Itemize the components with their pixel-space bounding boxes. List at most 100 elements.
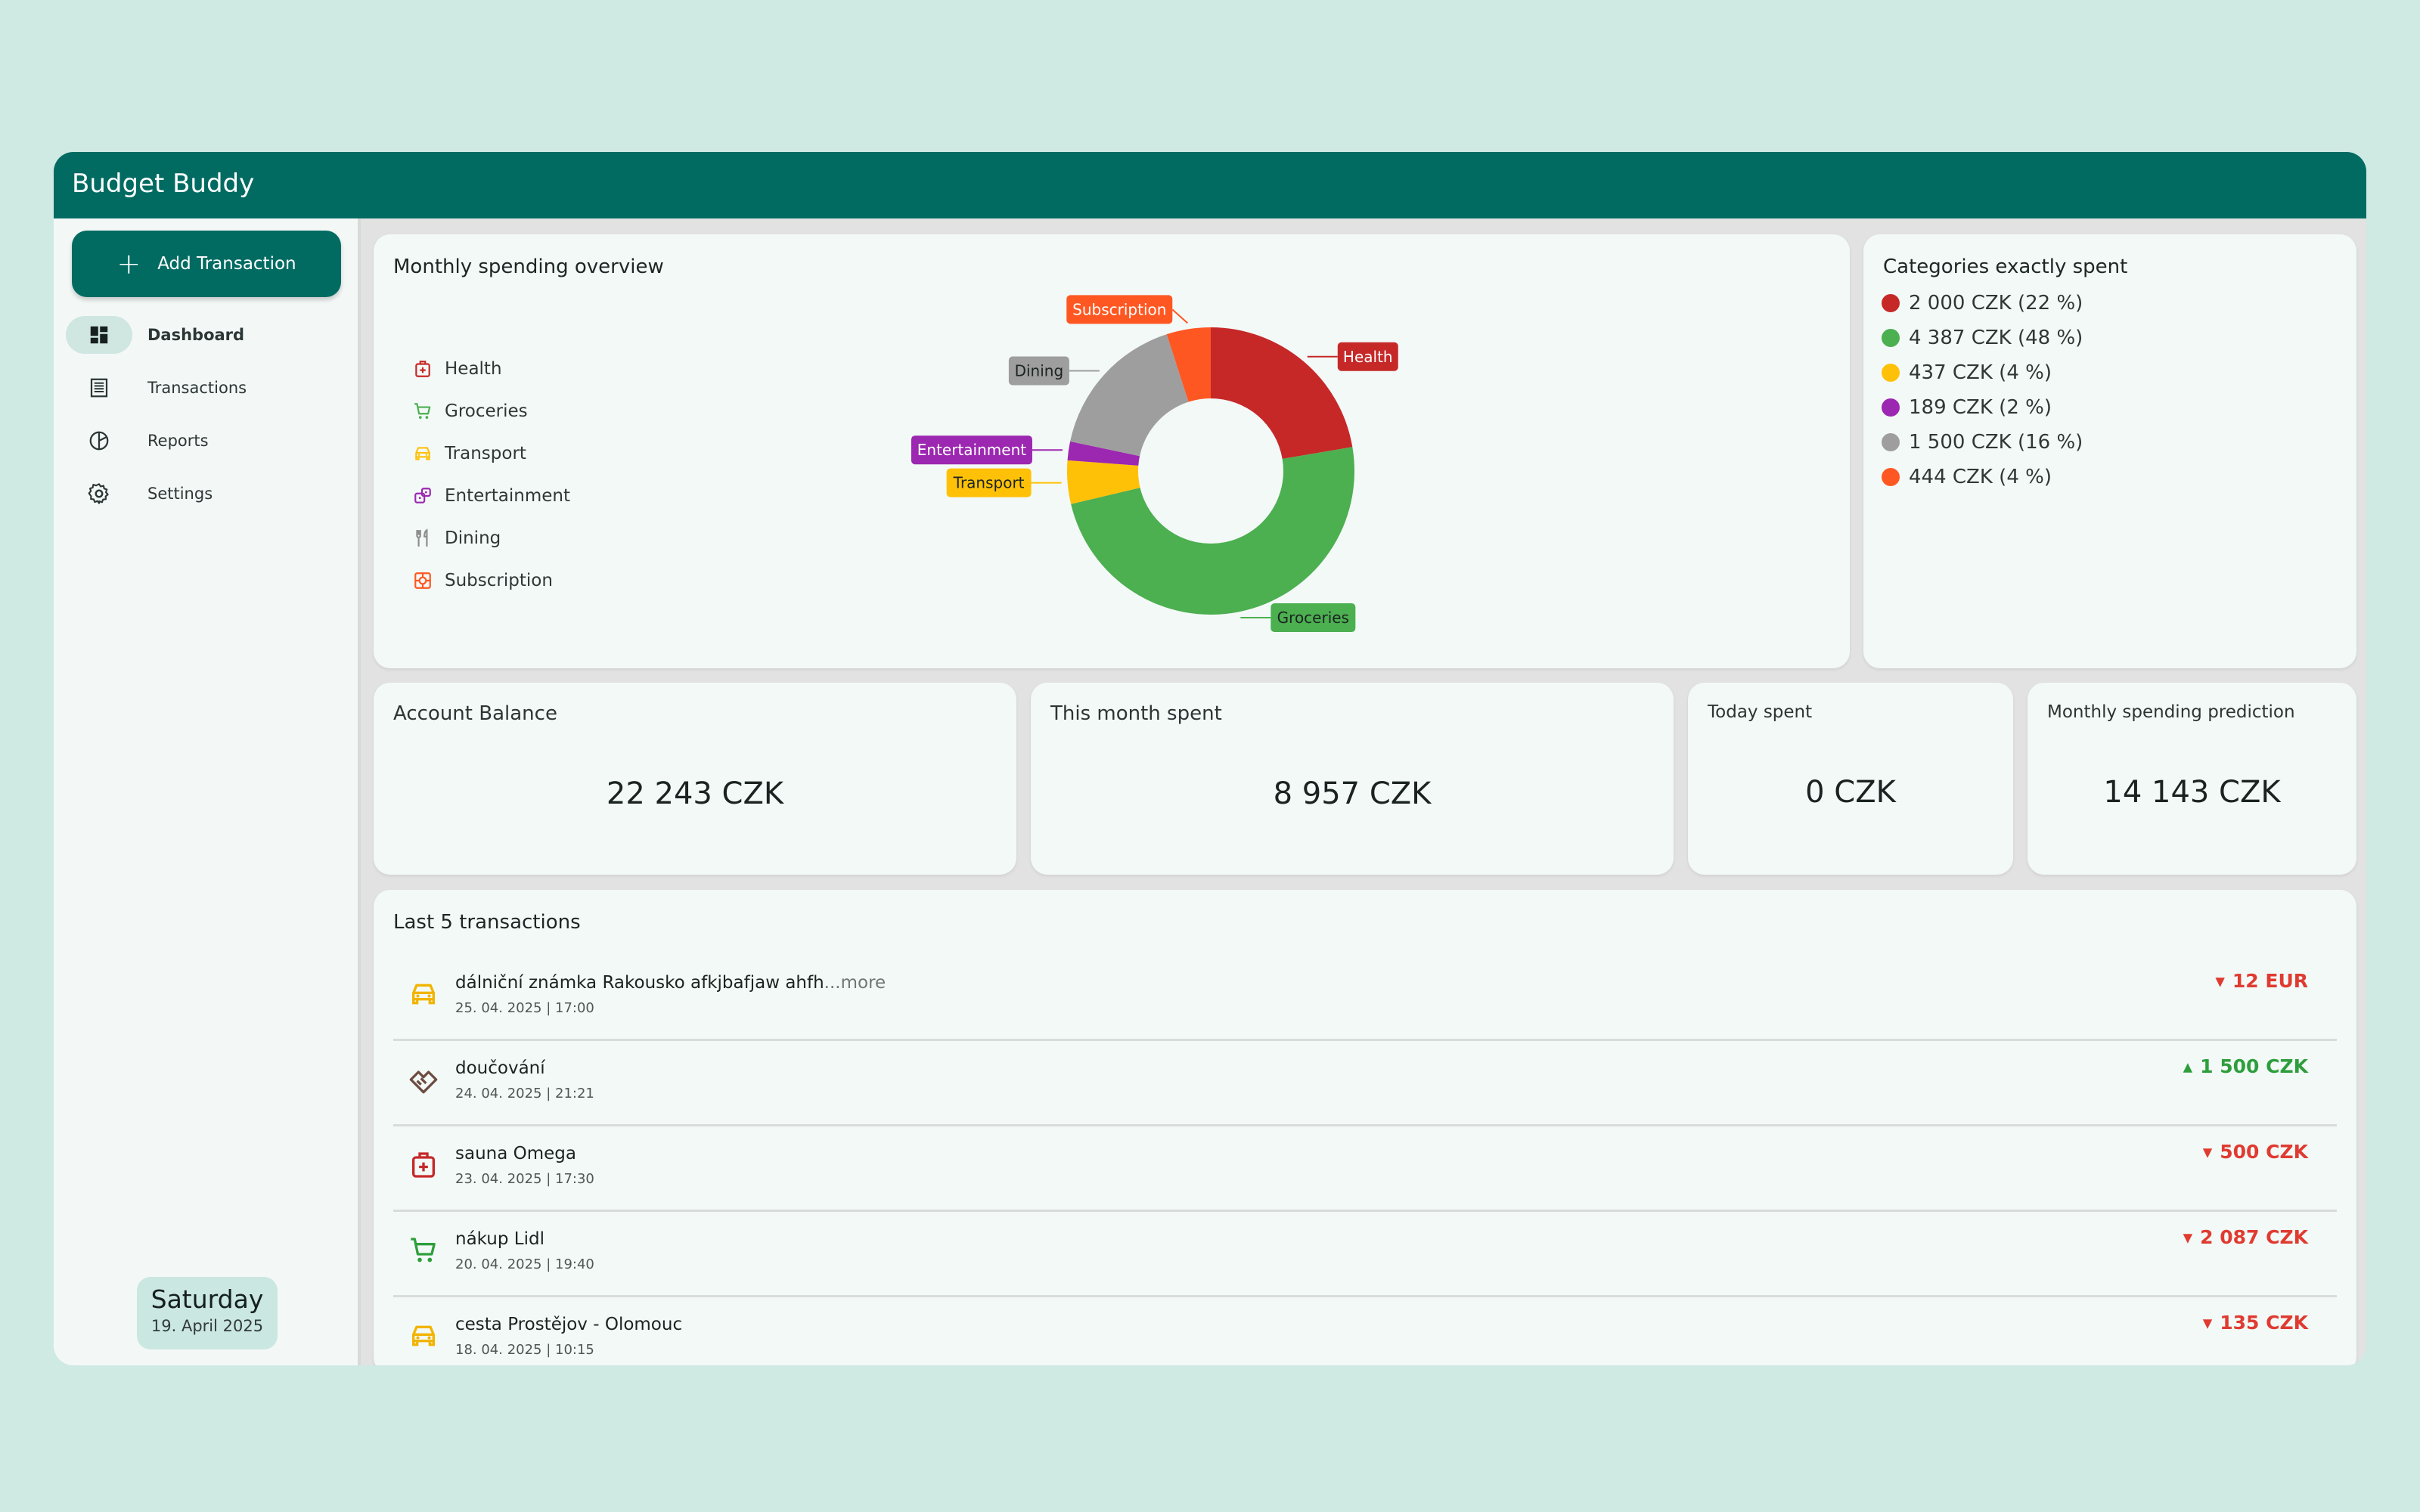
arrow-down-icon: ▾ [2215, 970, 2225, 992]
sidebar-item-label: Settings [147, 485, 213, 503]
sidebar-nav: Dashboard Transactions Reports Settings [66, 314, 349, 525]
transaction-date: 20. 04. 2025 | 19:40 [455, 1256, 594, 1272]
list-icon [66, 369, 132, 407]
account-balance-card: Account Balance 22 243 CZK [374, 683, 1016, 875]
transaction-date: 24. 04. 2025 | 21:21 [455, 1086, 594, 1101]
transaction-amount: ▾ 12 EUR [2215, 970, 2308, 992]
amount-value: 135 CZK [2220, 1312, 2308, 1334]
transaction-name: sauna Omega [455, 1144, 576, 1163]
transaction-date: 25. 04. 2025 | 17:00 [455, 1000, 594, 1016]
spending-prediction-card: Monthly spending prediction 14 143 CZK [2028, 683, 2356, 875]
sidebar-item-label: Reports [147, 432, 209, 450]
category-amount: 4 387 CZK (48 %) [1909, 327, 2083, 349]
current-day: Saturday [150, 1284, 264, 1314]
add-transaction-button[interactable]: + Add Transaction [72, 231, 341, 297]
car-icon [412, 1325, 435, 1346]
transaction-amount: ▾ 135 CZK [2203, 1312, 2308, 1334]
category-amount: 444 CZK (4 %) [1909, 466, 2052, 488]
callout-label-transport: Transport [953, 474, 1025, 492]
card-title: Categories exactly spent [1883, 256, 2128, 278]
stat-label: Today spent [1708, 702, 1813, 722]
sidebar-item-label: Transactions [147, 379, 247, 397]
callout-label-entertainment: Entertainment [917, 441, 1026, 459]
stat-label: This month spent [1050, 702, 1222, 725]
sidebar-item-dashboard[interactable]: Dashboard [66, 314, 349, 356]
stat-value: 0 CZK [1805, 775, 1896, 810]
categories-list: 2 000 CZK (22 %) 4 387 CZK (48 %) 437 CZ… [1882, 286, 2083, 494]
callout-label-health: Health [1343, 348, 1393, 366]
category-row: 2 000 CZK (22 %) [1882, 286, 2083, 321]
sidebar-item-reports[interactable]: Reports [66, 420, 349, 462]
transaction-row[interactable]: sauna Omega 23. 04. 2025 | 17:30 ▾ 500 CZ… [393, 1127, 2337, 1212]
stat-value: 8 957 CZK [1273, 776, 1432, 811]
transaction-name: nákup Lidl [455, 1229, 544, 1249]
arrow-down-icon: ▾ [2202, 1312, 2213, 1334]
category-amount: 2 000 CZK (22 %) [1909, 292, 2083, 314]
transaction-name: cesta Prostějov - Olomouc [455, 1315, 683, 1334]
app-title: Budget Buddy [54, 152, 2366, 218]
category-color-dot [1882, 364, 1900, 382]
more-link[interactable]: ...more [824, 973, 886, 993]
category-row: 189 CZK (2 %) [1882, 390, 2083, 425]
current-date: 19. April 2025 [150, 1317, 264, 1335]
transaction-name: doučování [455, 1058, 545, 1078]
transaction-amount: ▴ 1 500 CZK [2183, 1055, 2308, 1077]
donut-slice-dining[interactable] [1070, 334, 1189, 457]
stat-value: 14 143 CZK [2103, 775, 2281, 810]
arrow-down-icon: ▾ [2202, 1141, 2213, 1163]
callout-line [1171, 308, 1188, 324]
category-row: 1 500 CZK (16 %) [1882, 425, 2083, 460]
category-color-dot [1882, 329, 1900, 347]
amount-value: 12 EUR [2232, 970, 2308, 992]
amount-value: 1 500 CZK [2200, 1055, 2308, 1077]
callout-label-dining: Dining [1015, 361, 1064, 380]
callout-label-subscription: Subscription [1072, 300, 1166, 318]
category-amount: 189 CZK (2 %) [1909, 396, 2052, 419]
today-spent-card: Today spent 0 CZK [1688, 683, 2013, 875]
last-transactions-card: Last 5 transactions dálniční známka Rako… [374, 890, 2356, 1365]
gear-icon [66, 475, 132, 513]
stat-label: Monthly spending prediction [2047, 702, 2295, 722]
category-color-dot [1882, 294, 1900, 312]
transaction-row[interactable]: doučování 24. 04. 2025 | 21:21 ▴ 1 500 CZ… [393, 1042, 2337, 1126]
callout-label-groceries: Groceries [1277, 609, 1349, 627]
amount-value: 500 CZK [2220, 1141, 2308, 1163]
transaction-row[interactable]: dálniční známka Rakousko afkjbafjaw ahfh… [393, 956, 2337, 1041]
category-row: 437 CZK (4 %) [1882, 355, 2083, 390]
sidebar: + Add Transaction Dashboard Transactions [54, 218, 361, 1365]
category-color-dot [1882, 468, 1900, 486]
cart-icon [411, 1238, 436, 1263]
transaction-date: 18. 04. 2025 | 10:15 [455, 1342, 594, 1358]
plus-icon: + [116, 247, 141, 280]
dashboard-icon [66, 316, 132, 354]
sidebar-item-label: Dashboard [147, 326, 245, 344]
transaction-amount: ▾ 500 CZK [2203, 1141, 2308, 1163]
medical-bag-icon [412, 1152, 435, 1178]
month-spent-card: This month spent 8 957 CZK [1031, 683, 1674, 875]
transaction-row[interactable]: cesta Prostějov - Olomouc 18. 04. 2025 |… [393, 1298, 2337, 1365]
donut-slice-health[interactable] [1211, 327, 1353, 459]
arrow-down-icon: ▾ [2183, 1226, 2193, 1248]
category-color-dot [1882, 433, 1900, 451]
category-amount: 1 500 CZK (16 %) [1909, 431, 2083, 454]
sidebar-item-transactions[interactable]: Transactions [66, 367, 349, 409]
amount-value: 2 087 CZK [2200, 1226, 2308, 1248]
card-title: Last 5 transactions [393, 911, 581, 934]
transaction-name: dálniční známka Rakousko afkjbafjaw ahfh… [455, 973, 886, 993]
category-amount: 437 CZK (4 %) [1909, 361, 2052, 384]
categories-spent-card: Categories exactly spent 2 000 CZK (22 %… [1863, 234, 2356, 668]
stat-label: Account Balance [393, 702, 557, 725]
current-date-badge: Saturday 19. April 2025 [137, 1277, 278, 1349]
spending-donut-chart: Health Groceries Transport Entertainment Din… [911, 295, 1398, 633]
arrow-up-icon: ▴ [2183, 1055, 2193, 1077]
pie-chart-icon [66, 422, 132, 460]
category-row: 444 CZK (4 %) [1882, 460, 2083, 494]
handshake-icon [409, 1070, 438, 1094]
app-window: Budget Buddy + Add Transaction Dashboard… [54, 152, 2366, 1365]
stat-value: 22 243 CZK [606, 776, 784, 811]
add-transaction-label: Add Transaction [157, 254, 296, 274]
sidebar-item-settings[interactable]: Settings [66, 472, 349, 515]
transaction-amount: ▾ 2 087 CZK [2183, 1226, 2308, 1248]
spending-overview-card: Monthly spending overview Health Groceri… [374, 234, 1850, 668]
transaction-row[interactable]: nákup Lidl 20. 04. 2025 | 19:40 ▾ 2 087 C… [393, 1213, 2337, 1297]
